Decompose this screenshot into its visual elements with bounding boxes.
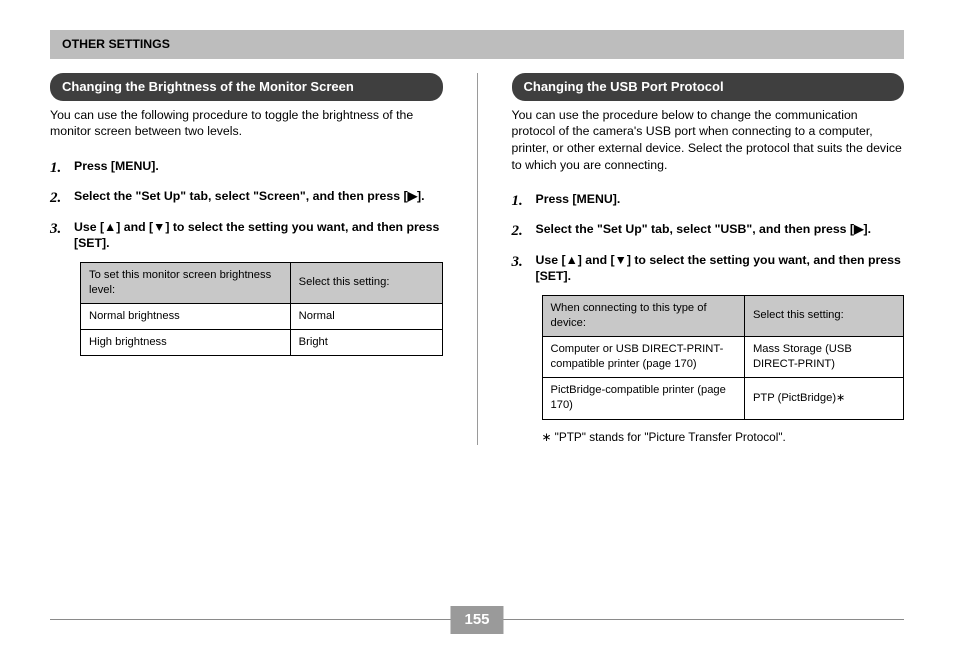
section-header: OTHER SETTINGS <box>50 30 904 59</box>
table-head-cell: Select this setting: <box>744 295 903 336</box>
left-intro: You can use the following procedure to t… <box>50 107 443 140</box>
down-triangle-icon: ▼ <box>615 254 627 266</box>
column-divider <box>477 73 478 446</box>
footnote: ∗ "PTP" stands for "Picture Transfer Pro… <box>542 430 905 446</box>
step-number: 2. <box>50 188 74 208</box>
page-footer: 155 <box>50 619 904 620</box>
brightness-table: To set this monitor screen brightness le… <box>80 262 443 356</box>
table-row: Computer or USB DIRECT-PRINT-compatible … <box>542 337 904 378</box>
step-1: 1. Press [MENU]. <box>512 191 905 211</box>
table-cell: PictBridge-compatible printer (page 170) <box>542 378 744 419</box>
table-head-cell: When connecting to this type of device: <box>542 295 744 336</box>
step-text: Press [MENU]. <box>536 191 621 211</box>
table-head-cell: To set this monitor screen brightness le… <box>81 262 291 303</box>
left-column: Changing the Brightness of the Monitor S… <box>50 73 443 446</box>
table-head-cell: Select this setting: <box>290 262 442 303</box>
right-intro: You can use the procedure below to chang… <box>512 107 905 173</box>
step-number: 1. <box>512 191 536 211</box>
step-text: Select the "Set Up" tab, select "Screen"… <box>74 188 425 208</box>
table-cell: Mass Storage (USB DIRECT-PRINT) <box>744 337 903 378</box>
step-number: 3. <box>50 219 74 252</box>
step-text: Use [▲] and [▼] to select the setting yo… <box>74 219 443 252</box>
usb-table: When connecting to this type of device: … <box>542 295 905 420</box>
step-2: 2. Select the "Set Up" tab, select "Scre… <box>50 188 443 208</box>
table-row: High brightness Bright <box>81 330 443 356</box>
table-row: Normal brightness Normal <box>81 303 443 329</box>
right-triangle-icon: ▶ <box>854 223 863 235</box>
table-cell: High brightness <box>81 330 291 356</box>
right-steps: 1. Press [MENU]. 2. Select the "Set Up" … <box>512 191 905 285</box>
left-title: Changing the Brightness of the Monitor S… <box>50 73 443 101</box>
right-title: Changing the USB Port Protocol <box>512 73 905 101</box>
step-number: 2. <box>512 221 536 241</box>
step-number: 1. <box>50 158 74 178</box>
step-text: Use [▲] and [▼] to select the setting yo… <box>536 252 905 285</box>
step-2: 2. Select the "Set Up" tab, select "USB"… <box>512 221 905 241</box>
table-cell: Bright <box>290 330 442 356</box>
table-cell: PTP (PictBridge)∗ <box>744 378 903 419</box>
table-cell: Normal <box>290 303 442 329</box>
left-steps: 1. Press [MENU]. 2. Select the "Set Up" … <box>50 158 443 252</box>
step-text: Select the "Set Up" tab, select "USB", a… <box>536 221 872 241</box>
up-triangle-icon: ▲ <box>104 221 116 233</box>
table-cell: Normal brightness <box>81 303 291 329</box>
table-row: PictBridge-compatible printer (page 170)… <box>542 378 904 419</box>
table-cell: Computer or USB DIRECT-PRINT-compatible … <box>542 337 744 378</box>
step-text: Press [MENU]. <box>74 158 159 178</box>
step-3: 3. Use [▲] and [▼] to select the setting… <box>50 219 443 252</box>
up-triangle-icon: ▲ <box>566 254 578 266</box>
step-1: 1. Press [MENU]. <box>50 158 443 178</box>
right-triangle-icon: ▶ <box>408 190 417 202</box>
page-number: 155 <box>450 606 503 634</box>
step-3: 3. Use [▲] and [▼] to select the setting… <box>512 252 905 285</box>
right-column: Changing the USB Port Protocol You can u… <box>512 73 905 446</box>
step-number: 3. <box>512 252 536 285</box>
down-triangle-icon: ▼ <box>153 221 165 233</box>
two-column-layout: Changing the Brightness of the Monitor S… <box>50 73 904 446</box>
